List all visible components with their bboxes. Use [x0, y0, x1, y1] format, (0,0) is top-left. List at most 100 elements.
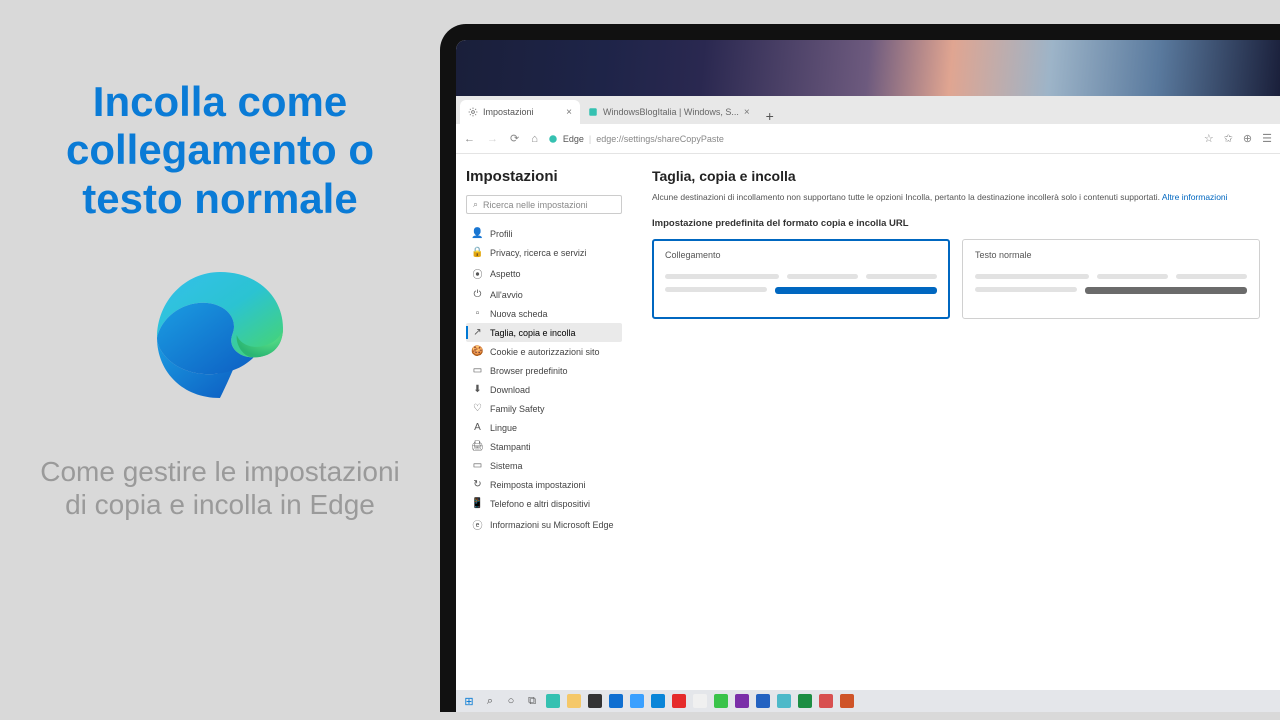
youtube-icon[interactable] [670, 692, 688, 710]
collections-icon[interactable]: ⊕ [1243, 132, 1252, 145]
language-icon: A [472, 422, 483, 433]
format-card-plaintext[interactable]: Testo normale [962, 239, 1260, 319]
new-tab-button[interactable]: + [758, 108, 782, 124]
browser-toolbar: ← → ⟳ ⌂ Edge | edge://settings/shareCopy… [456, 124, 1280, 154]
read-aloud-icon[interactable]: ☆ [1204, 132, 1214, 145]
tab-blog[interactable]: WindowsBlogItalia | Windows, S... × [580, 100, 758, 124]
sidebar-item-language[interactable]: A Lingue [466, 418, 622, 437]
search-placeholder: Ricerca nelle impostazioni [483, 200, 588, 210]
cookie-icon: 🍪 [472, 346, 483, 357]
favorite-icon[interactable]: ✩ [1224, 132, 1233, 145]
edge-logo [150, 265, 290, 405]
forward-icon[interactable]: → [487, 133, 498, 145]
close-icon[interactable]: × [566, 107, 572, 118]
word-icon[interactable] [754, 692, 772, 710]
tab-label: Impostazioni [483, 107, 534, 117]
lock-icon: 🔒 [472, 247, 483, 258]
search-icon: ⌕ [473, 199, 478, 210]
edge-favicon-icon [548, 134, 558, 144]
gear-icon [468, 107, 478, 117]
files-icon[interactable] [775, 692, 793, 710]
sidebar-item-system[interactable]: ▭Sistema [466, 456, 622, 475]
settings-search[interactable]: ⌕ Ricerca nelle impostazioni [466, 195, 622, 214]
sidebar-item-label: Privacy, ricerca e servizi [490, 248, 586, 258]
sidebar-item-reset[interactable]: ↻ Reimposta impostazioni [466, 475, 622, 494]
sidebar-item-power[interactable]: ⏻ All'avvio [466, 285, 622, 304]
download-icon: ⬇ [472, 384, 483, 395]
taskview-icon[interactable]: ⧉ [523, 692, 541, 710]
phone-icon[interactable] [649, 692, 667, 710]
profile-icon: 👤 [472, 228, 483, 239]
browser-icon: ▭ [472, 365, 483, 376]
reset-icon: ↻ [472, 479, 483, 490]
close-icon[interactable]: × [744, 107, 750, 118]
desktop-wallpaper [456, 40, 1280, 96]
edge-taskbar-icon[interactable] [544, 692, 562, 710]
sidebar-item-family[interactable]: ♡Family Safety [466, 399, 622, 418]
tab-label: WindowsBlogItalia | Windows, S... [603, 107, 739, 117]
format-card-link[interactable]: Collegamento [652, 239, 950, 319]
sidebar-item-edge[interactable]: ⓔInformazioni su Microsoft Edge [466, 513, 622, 536]
line-icon[interactable] [712, 692, 730, 710]
settings-main: Taglia, copia e incolla Alcune destinazi… [632, 154, 1280, 690]
todo-icon[interactable] [628, 692, 646, 710]
address-path: edge://settings/shareCopyPaste [596, 134, 724, 144]
sidebar-item-phone[interactable]: 📱 Telefono e altri dispositivi [466, 494, 622, 513]
sidebar-item-lock[interactable]: 🔒 Privacy, ricerca e servizi [466, 243, 622, 262]
back-icon[interactable]: ← [464, 133, 475, 145]
cortana-icon[interactable]: ○ [502, 692, 520, 710]
figma-icon[interactable] [817, 692, 835, 710]
sidebar-item-label: All'avvio [490, 290, 523, 300]
sidebar-item-label: Lingue [490, 423, 517, 433]
onenote-icon[interactable] [733, 692, 751, 710]
refresh-icon[interactable]: ⟳ [510, 132, 519, 145]
address-scheme: Edge [563, 134, 584, 144]
sidebar-item-newtab[interactable]: ▫Nuova scheda [466, 304, 622, 323]
sidebar-item-printer[interactable]: 🖨Stampanti [466, 437, 622, 456]
more-info-link[interactable]: Altre informazioni [1162, 192, 1228, 202]
power-icon: ⏻ [472, 289, 483, 300]
sidebar-item-label: Cookie e autorizzazioni sito [490, 347, 600, 357]
explorer-icon[interactable] [565, 692, 583, 710]
mail-icon[interactable] [607, 692, 625, 710]
sidebar-item-label: Browser predefinito [490, 366, 568, 376]
newtab-icon: ▫ [472, 308, 483, 319]
subheadline: Come gestire le impostazioni di copia e … [0, 455, 440, 522]
whiteboard-icon[interactable] [691, 692, 709, 710]
phone-icon: 📱 [472, 498, 483, 509]
sidebar-item-label: Sistema [490, 461, 523, 471]
tab-settings[interactable]: Impostazioni × [460, 100, 580, 124]
sidebar-item-label: Profili [490, 229, 513, 239]
excel-icon[interactable] [796, 692, 814, 710]
sidebar-item-browser[interactable]: ▭ Browser predefinito [466, 361, 622, 380]
browser-window: Impostazioni × WindowsBlogItalia | Windo… [456, 96, 1280, 690]
sidebar-item-profile[interactable]: 👤 Profili [466, 224, 622, 243]
sidebar-item-cookie[interactable]: 🍪 Cookie e autorizzazioni sito [466, 342, 622, 361]
printer-icon: 🖨 [472, 441, 483, 452]
edge-icon: ⓔ [472, 517, 483, 532]
sidebar-item-label: Family Safety [490, 404, 545, 414]
sidebar-item-download[interactable]: ⬇ Download [466, 380, 622, 399]
card-title: Collegamento [665, 250, 937, 260]
sidebar-item-label: Telefono e altri dispositivi [490, 499, 590, 509]
copy-icon: ↗ [472, 327, 483, 338]
settings-sidebar: Impostazioni ⌕ Ricerca nelle impostazion… [456, 154, 632, 690]
site-icon [588, 107, 598, 117]
sidebar-item-label: Aspetto [490, 269, 521, 279]
sidebar-item-label: Reimposta impostazioni [490, 480, 586, 490]
powerpoint-icon[interactable] [838, 692, 856, 710]
sidebar-item-copy[interactable]: ↗Taglia, copia e incolla [466, 323, 622, 342]
page-title: Taglia, copia e incolla [652, 168, 1260, 184]
tab-bar: Impostazioni × WindowsBlogItalia | Windo… [456, 96, 1280, 124]
section-label: Impostazione predefinita del formato cop… [652, 218, 1260, 229]
address-bar[interactable]: Edge | edge://settings/shareCopyPaste [548, 134, 1194, 144]
sidebar-item-appearance[interactable]: ⦿Aspetto [466, 262, 622, 285]
taskbar[interactable]: ⊞⌕○⧉ [456, 690, 1280, 712]
start-icon[interactable]: ⊞ [460, 692, 478, 710]
sidebar-item-label: Download [490, 385, 530, 395]
home-icon[interactable]: ⌂ [531, 133, 538, 145]
search-icon[interactable]: ⌕ [481, 692, 499, 710]
store-icon[interactable] [586, 692, 604, 710]
extensions-icon[interactable]: ☰ [1262, 132, 1272, 145]
page-description: Alcune destinazioni di incollamento non … [652, 192, 1260, 202]
